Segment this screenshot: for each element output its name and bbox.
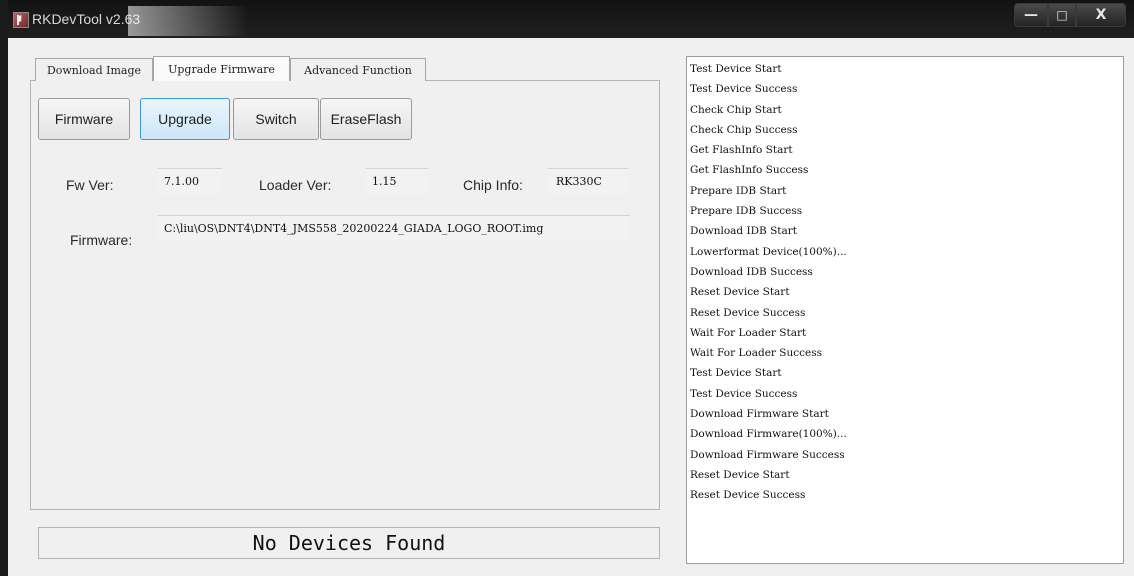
- log-line: Download Firmware Success: [690, 448, 845, 461]
- title-bar[interactable]: RKDevTool v2.63 — □ X: [8, 0, 1134, 38]
- title-bar-glare: [128, 6, 248, 36]
- log-line: Prepare IDB Start: [690, 184, 787, 197]
- maximize-icon: □: [1056, 8, 1068, 22]
- firmware-button[interactable]: Firmware: [38, 98, 130, 140]
- log-line: Test Device Success: [690, 387, 798, 400]
- log-line: Lowerformat Device(100%)...: [690, 245, 847, 258]
- log-line: Reset Device Success: [690, 306, 806, 319]
- log-line: Reset Device Success: [690, 489, 806, 502]
- tab-panel-upgrade-firmware: [30, 80, 660, 510]
- close-icon: X: [1095, 7, 1107, 23]
- minimize-button[interactable]: —: [1014, 3, 1048, 27]
- log-line: Get FlashInfo Start: [690, 144, 793, 157]
- log-line: Wait For Loader Success: [690, 347, 822, 360]
- fw-ver-field: 7.1.00: [158, 168, 222, 194]
- firmware-path-field: C:\liu\OS\DNT4\DNT4_JMS558_20200224_GIAD…: [158, 215, 630, 241]
- log-line: Download IDB Success: [690, 265, 813, 278]
- minimize-icon: —: [1024, 7, 1038, 23]
- tab-download-image[interactable]: Download Image: [35, 58, 153, 81]
- eraseflash-button[interactable]: EraseFlash: [320, 98, 412, 140]
- log-line: Test Device Start: [690, 63, 782, 75]
- upgrade-button[interactable]: Upgrade: [140, 98, 230, 140]
- close-button[interactable]: X: [1076, 3, 1126, 27]
- log-line: Check Chip Success: [690, 123, 798, 136]
- chip-info-label: Chip Info:: [463, 177, 523, 193]
- switch-button[interactable]: Switch: [233, 98, 319, 140]
- tab-advanced-function[interactable]: Advanced Function: [290, 58, 426, 81]
- firmware-label: Firmware:: [70, 232, 133, 248]
- log-line: Download Firmware(100%)...: [690, 428, 847, 441]
- log-line: Get FlashInfo Success: [690, 164, 809, 177]
- log-panel[interactable]: Test Device Start Test Device Success Chec…: [686, 56, 1124, 564]
- log-line: Test Device Start: [690, 367, 782, 380]
- window-title: RKDevTool v2.63: [32, 11, 141, 27]
- loader-ver-label: Loader Ver:: [259, 177, 332, 193]
- log-line: Prepare IDB Success: [690, 205, 803, 218]
- tab-upgrade-firmware[interactable]: Upgrade Firmware: [153, 56, 290, 81]
- window-controls: — □ X: [1014, 3, 1126, 27]
- device-status-bar: No Devices Found: [38, 527, 660, 559]
- maximize-button[interactable]: □: [1048, 3, 1076, 27]
- log-line: Download IDB Start: [690, 225, 798, 238]
- app-window: RKDevTool v2.63 — □ X Download Image Upg…: [8, 0, 1134, 576]
- log-line: Test Device Success: [690, 83, 798, 96]
- chip-info-field: RK330C: [548, 168, 628, 194]
- log-line: Reset Device Start: [690, 286, 790, 299]
- app-logo-icon: [13, 12, 29, 28]
- log-line: Wait For Loader Start: [690, 326, 807, 339]
- log-line: Check Chip Start: [690, 103, 782, 116]
- log-line: Reset Device Start: [690, 468, 790, 481]
- log-line: Download Firmware Start: [690, 408, 829, 421]
- loader-ver-field: 1.15: [366, 168, 428, 194]
- fw-ver-label: Fw Ver:: [66, 177, 114, 193]
